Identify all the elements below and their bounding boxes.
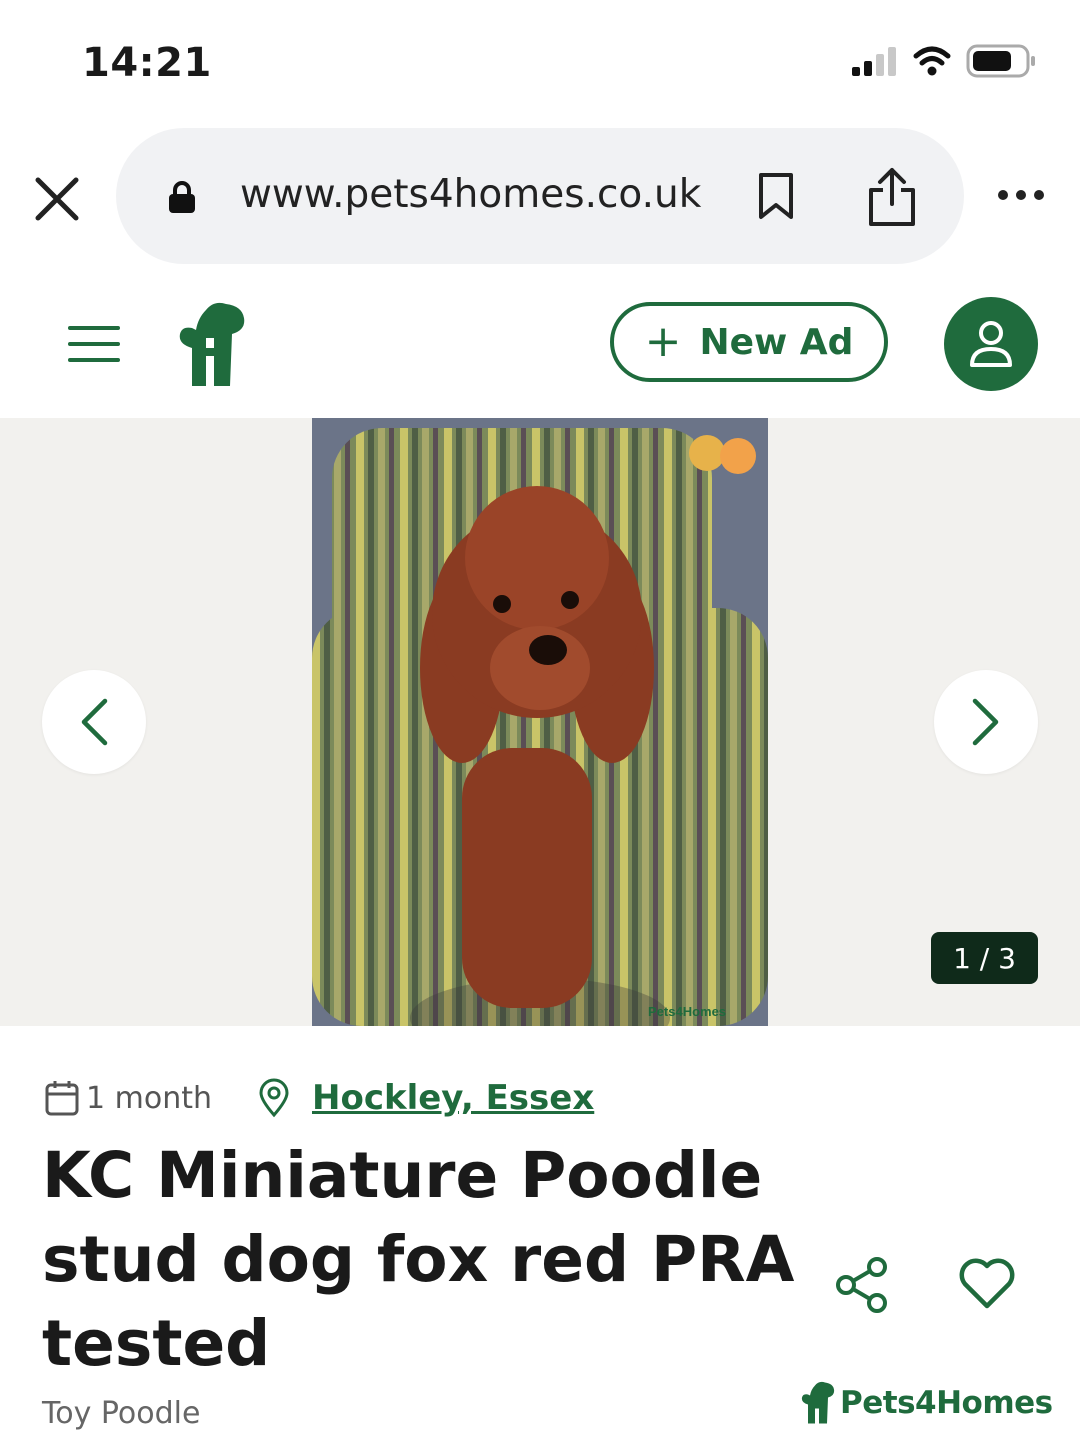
brand-watermark: Pets4Homes — [800, 1380, 1053, 1426]
signal-icon — [852, 47, 896, 76]
browser-bar: www.pets4homes.co.uk — [0, 128, 1080, 268]
location-pin-icon — [259, 1078, 289, 1118]
battery-icon — [966, 44, 1035, 78]
lock-icon — [169, 181, 195, 213]
pets4homes-logo-icon[interactable] — [176, 300, 248, 390]
status-icons — [850, 44, 1036, 78]
address-bar[interactable]: www.pets4homes.co.uk — [116, 128, 964, 264]
chevron-left-icon — [81, 698, 108, 746]
new-ad-button[interactable]: + New Ad — [610, 302, 888, 382]
image-gallery: Pets4Homes 1 / 3 — [0, 418, 1080, 1026]
wifi-icon — [913, 46, 951, 76]
site-header: + New Ad — [0, 290, 1080, 410]
more-options-icon[interactable] — [998, 190, 1044, 200]
listing-breed: Toy Poodle — [42, 1396, 201, 1431]
new-ad-label: New Ad — [699, 321, 854, 363]
pets4homes-logo-icon — [801, 1381, 835, 1424]
brand-name: Pets4Homes — [840, 1385, 1053, 1421]
plus-icon: + — [644, 316, 682, 367]
listing-meta: 1 month Hockley, Essex — [44, 1070, 594, 1126]
status-time: 14:21 — [82, 40, 212, 86]
close-tab-icon[interactable] — [30, 172, 84, 226]
menu-icon[interactable] — [68, 326, 120, 374]
account-button[interactable] — [944, 297, 1038, 391]
chevron-right-icon — [972, 698, 999, 746]
listing-photo[interactable]: Pets4Homes — [312, 418, 768, 1026]
poodle-photo-image: Pets4Homes — [312, 418, 768, 1026]
favourite-heart-icon[interactable] — [958, 1258, 1016, 1310]
user-icon — [970, 321, 1012, 367]
share-listing-icon[interactable] — [834, 1256, 890, 1314]
image-counter: 1 / 3 — [931, 932, 1038, 984]
location-link[interactable]: Hockley, Essex — [312, 1078, 594, 1118]
listing-age: 1 month — [86, 1080, 212, 1116]
calendar-icon — [45, 1081, 79, 1116]
previous-image-button[interactable] — [42, 670, 146, 774]
photo-watermark: Pets4Homes — [648, 1004, 726, 1019]
next-image-button[interactable] — [934, 670, 1038, 774]
listing-title: KC Miniature Poodle stud dog fox red PRA… — [42, 1139, 795, 1380]
bookmark-icon[interactable] — [756, 172, 796, 220]
share-icon[interactable] — [866, 166, 918, 228]
status-bar: 14:21 — [0, 0, 1080, 120]
url-text[interactable]: www.pets4homes.co.uk — [240, 172, 701, 217]
